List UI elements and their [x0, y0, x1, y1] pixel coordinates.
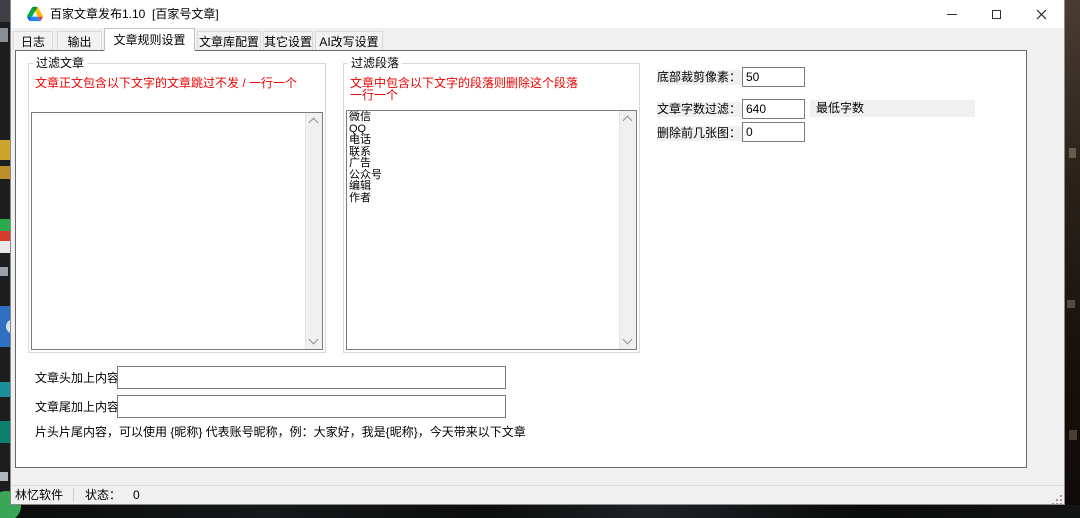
screen: 百家文章发布1.10 [百家号文章] 日志 输出 文章规则设置 文章库配置 其它…: [0, 0, 1080, 518]
article-rules-panel: 过滤文章 文章正文包含以下文字的文章跳过不发 / 一行一个 过滤段落 文章中包含…: [15, 50, 1027, 468]
filter-article-hint: 文章正文包含以下文字的文章跳过不发 / 一行一个: [35, 77, 297, 89]
window-controls: [929, 0, 1064, 28]
filter-paragraph-group: 过滤段落 文章中包含以下文字的段落则删除这个段落 一行一个 微信 QQ 电话 联…: [343, 63, 640, 353]
append-head-input[interactable]: [117, 366, 506, 389]
desktop-icon-fragment: [0, 0, 10, 22]
tab-output[interactable]: 输出: [57, 31, 102, 50]
tab-ai-rewrite[interactable]: AI改写设置: [315, 31, 383, 50]
statusbar-separator: [73, 488, 74, 502]
desktop-icon-fragment: [0, 166, 10, 179]
filter-paragraph-group-title: 过滤段落: [348, 56, 402, 70]
bottom-crop-input[interactable]: [742, 67, 805, 87]
desktop-icon-fragment: [0, 421, 10, 443]
min-words-input[interactable]: [742, 99, 805, 119]
minimize-icon: [947, 14, 957, 15]
maximize-button[interactable]: [974, 0, 1019, 28]
filter-paragraph-textarea[interactable]: 微信 QQ 电话 联系 广告 公众号 编辑 作者: [347, 111, 619, 349]
min-words-label: 文章字数过滤：: [657, 102, 742, 117]
desktop-icon-fragment: [0, 267, 8, 276]
scroll-up-icon[interactable]: [623, 116, 633, 126]
app-icon: [27, 6, 43, 22]
filter-article-scrollbar[interactable]: [305, 113, 322, 349]
app-window: 百家文章发布1.10 [百家号文章] 日志 输出 文章规则设置 文章库配置 其它…: [10, 0, 1065, 505]
minimize-button[interactable]: [929, 0, 974, 28]
filter-paragraph-hint-line2: 一行一个: [350, 89, 398, 101]
desktop-icon-fragment: [0, 219, 10, 253]
maximize-icon: [992, 10, 1001, 19]
status-label: 状态：: [85, 486, 121, 504]
tab-strip: 日志 输出 文章规则设置 文章库配置 其它设置 AI改写设置: [11, 28, 1064, 50]
desktop-icon-fragment: [0, 28, 8, 42]
desktop-edge-bottom: [0, 505, 1080, 518]
desktop-icon-fragment: [0, 140, 10, 160]
window-title: 百家文章发布1.10 [百家号文章]: [50, 0, 219, 28]
status-value: 0: [133, 486, 140, 504]
desktop-icon-fragment: [1067, 300, 1075, 308]
desktop-icon-fragment: [0, 472, 8, 481]
desktop-edge-right: [1065, 0, 1080, 518]
filter-article-group: 过滤文章 文章正文包含以下文字的文章跳过不发 / 一行一个: [28, 63, 326, 353]
desktop-icon-fragment: [1069, 148, 1076, 158]
scroll-up-icon[interactable]: [309, 118, 319, 128]
remove-images-label: 删除前几张图：: [657, 126, 742, 141]
scroll-down-icon[interactable]: [309, 335, 319, 345]
resize-grip-icon[interactable]: [1052, 492, 1062, 502]
bottom-crop-label: 底部裁剪像素：: [657, 70, 742, 85]
desktop-icon-fragment: [0, 306, 10, 347]
filter-article-group-title: 过滤文章: [33, 56, 87, 70]
status-bar: 林忆软件 状态： 0: [11, 485, 1064, 504]
tab-article-rules[interactable]: 文章规则设置: [104, 28, 195, 51]
filter-article-textbox: [31, 112, 323, 350]
filter-article-textarea[interactable]: [32, 113, 305, 349]
filter-paragraph-scrollbar[interactable]: [619, 111, 636, 349]
desktop-icon-fragment: [0, 382, 10, 397]
remove-images-input[interactable]: [742, 122, 805, 142]
brand-label: 林忆软件: [15, 486, 63, 504]
tab-other-settings[interactable]: 其它设置: [263, 31, 313, 50]
scroll-down-icon[interactable]: [623, 335, 633, 345]
filter-paragraph-textbox: 微信 QQ 电话 联系 广告 公众号 编辑 作者: [346, 110, 637, 350]
tab-article-library[interactable]: 文章库配置: [197, 31, 261, 50]
append-tail-input[interactable]: [117, 395, 506, 418]
tab-log[interactable]: 日志: [13, 31, 53, 50]
close-icon: [1036, 9, 1047, 20]
min-words-suffix: 最低字数: [810, 100, 975, 117]
desktop-icon-fragment: [1069, 430, 1077, 440]
title-bar[interactable]: 百家文章发布1.10 [百家号文章]: [11, 0, 1064, 28]
nickname-note: 片头片尾内容，可以使用 {昵称} 代表账号昵称，例：大家好，我是{昵称}，今天带…: [35, 425, 526, 439]
close-button[interactable]: [1019, 0, 1064, 28]
